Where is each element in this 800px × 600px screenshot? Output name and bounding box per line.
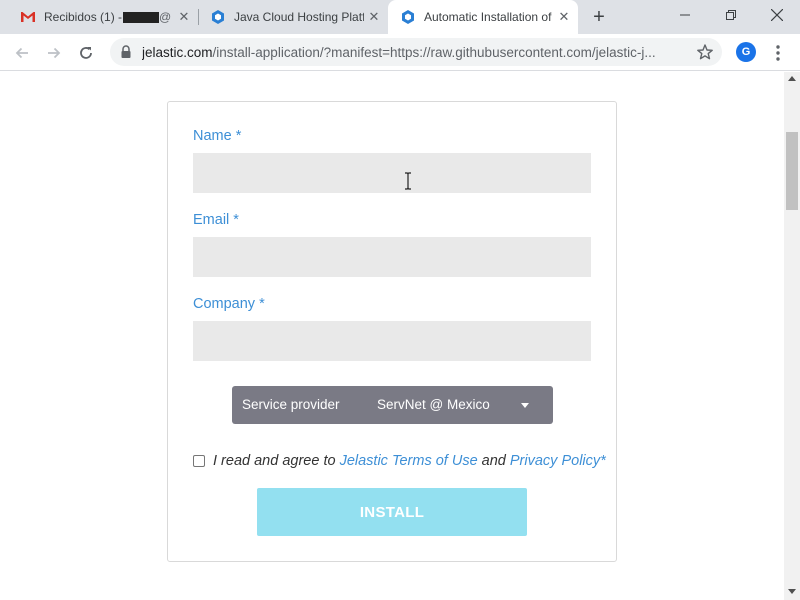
jelastic-icon <box>402 10 414 24</box>
tab-title: Recibidos (1) - <box>44 10 123 24</box>
terms-agreement: I read and agree to Jelastic Terms of Us… <box>193 452 606 470</box>
restore-icon <box>726 10 736 20</box>
new-tab-button[interactable]: + <box>589 7 609 27</box>
url-host: jelastic.com <box>142 45 213 60</box>
browser-toolbar: jelastic.com/install-application/?manife… <box>0 34 800 71</box>
more-menu-icon[interactable] <box>770 43 786 63</box>
scroll-down-arrow-icon[interactable] <box>788 589 796 594</box>
profile-avatar[interactable]: G <box>736 42 756 62</box>
email-input[interactable] <box>193 237 591 277</box>
scroll-up-arrow-icon[interactable] <box>788 76 796 81</box>
redacted-block <box>123 11 160 23</box>
back-arrow-icon <box>15 47 28 59</box>
tab-strip: Recibidos (1) - @ ✕ Java Cloud Hosting P… <box>0 0 800 34</box>
privacy-policy-link[interactable]: Privacy Policy* <box>510 453 606 469</box>
minimize-button[interactable] <box>662 0 708 30</box>
page-content: Name * Email * Company * Service provide… <box>0 72 784 600</box>
service-provider-value: ServNet @ Mexico <box>377 397 490 412</box>
dropdown-caret-icon <box>521 403 529 408</box>
name-input[interactable] <box>193 153 591 193</box>
tab-title: Java Cloud Hosting Platform <box>234 10 364 24</box>
company-label: Company * <box>193 296 265 312</box>
close-tab-icon[interactable]: ✕ <box>176 9 192 25</box>
email-label: Email * <box>193 212 239 228</box>
url-text[interactable]: jelastic.com/install-application/?manife… <box>142 45 687 60</box>
forward-button[interactable] <box>42 41 66 65</box>
agree-text-prefix: I read and agree to <box>213 453 340 469</box>
tab-title: Automatic Installation of <box>424 10 552 24</box>
back-button[interactable] <box>10 41 34 65</box>
name-label: Name * <box>193 128 242 144</box>
terms-of-use-link[interactable]: Jelastic Terms of Use <box>340 453 478 469</box>
minimize-icon <box>680 14 690 16</box>
agree-text-middle: and <box>477 453 510 469</box>
lock-icon[interactable] <box>120 45 132 59</box>
address-bar[interactable]: jelastic.com/install-application/?manife… <box>110 38 722 66</box>
install-button[interactable]: INSTALL <box>257 488 527 536</box>
service-provider-select[interactable]: Service provider ServNet @ Mexico <box>232 386 553 424</box>
jelastic-icon <box>212 10 224 24</box>
bookmark-star-icon[interactable] <box>696 43 714 61</box>
page-scrollbar[interactable] <box>784 72 800 600</box>
reload-icon <box>80 47 92 59</box>
tab-title-suffix: @ <box>159 10 172 24</box>
tab-java-cloud[interactable]: Java Cloud Hosting Platform ✕ <box>198 0 388 34</box>
company-input[interactable] <box>193 321 591 361</box>
forward-arrow-icon <box>48 47 61 59</box>
tab-automatic-installation[interactable]: Automatic Installation of ✕ <box>388 0 578 34</box>
install-form-card: Name * Email * Company * Service provide… <box>167 101 617 562</box>
agree-checkbox[interactable] <box>193 455 205 467</box>
tab-gmail[interactable]: Recibidos (1) - @ ✕ <box>8 0 198 34</box>
reload-button[interactable] <box>74 41 98 65</box>
close-window-icon <box>771 9 783 21</box>
close-tab-icon[interactable]: ✕ <box>556 9 572 25</box>
close-window-button[interactable] <box>754 0 800 30</box>
close-tab-icon[interactable]: ✕ <box>366 9 382 25</box>
service-provider-label: Service provider <box>242 397 340 412</box>
gmail-icon <box>21 12 35 22</box>
scrollbar-thumb[interactable] <box>786 132 798 210</box>
restore-button[interactable] <box>708 0 754 30</box>
text-cursor-icon <box>405 172 411 190</box>
url-path: /install-application/?manifest=https://r… <box>212 45 656 60</box>
